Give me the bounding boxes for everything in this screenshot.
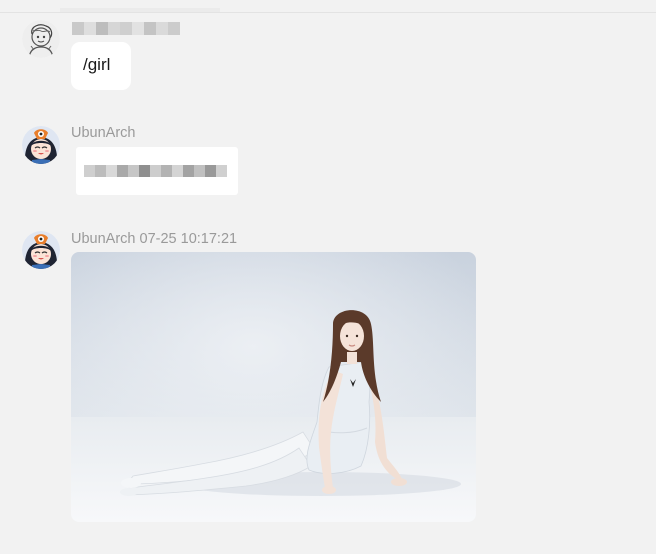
sender-name-redacted xyxy=(72,22,180,35)
message-meta: UbunArch 07-25 10:17:21 xyxy=(71,231,237,247)
header-divider xyxy=(0,12,656,13)
message-text: /girl xyxy=(83,55,111,74)
user-avatar-anime-icon[interactable] xyxy=(22,231,60,269)
photo-attachment[interactable] xyxy=(71,252,476,522)
user-avatar-anime-icon[interactable] xyxy=(22,126,60,164)
sender-name: UbunArch xyxy=(71,231,136,247)
message-timestamp: 07-25 10:17:21 xyxy=(139,231,238,247)
sender-name: UbunArch xyxy=(71,125,136,141)
user-avatar-line-art-icon[interactable] xyxy=(22,20,60,58)
pixelated-text-content xyxy=(84,165,227,177)
message-bubble-redacted[interactable] xyxy=(76,147,238,195)
message-bubble[interactable]: /girl xyxy=(71,42,131,90)
